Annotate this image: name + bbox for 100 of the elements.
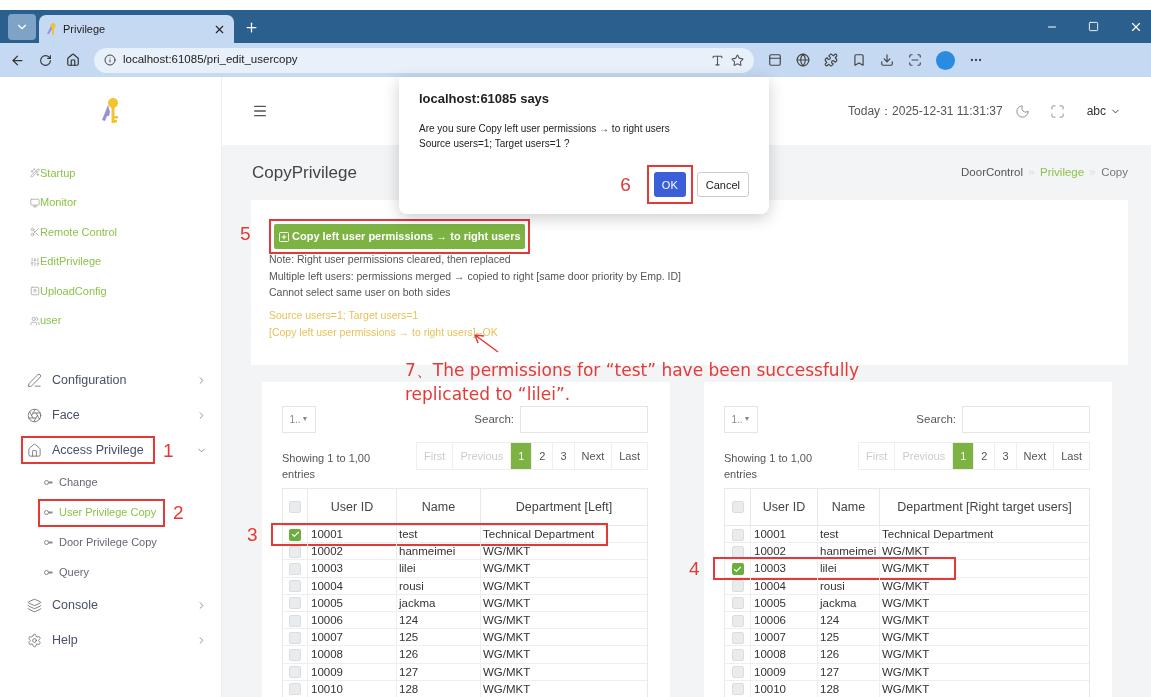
table-cell: jackma (396, 594, 480, 612)
table-cell: test (817, 526, 879, 544)
row-checkbox[interactable] (731, 563, 744, 575)
fullscreen-icon[interactable] (1049, 103, 1065, 119)
row-checkbox[interactable] (289, 528, 301, 541)
row-checkbox[interactable] (731, 528, 744, 541)
step-number: 1 (163, 440, 174, 460)
row-checkbox[interactable] (731, 614, 744, 627)
row-checkbox[interactable] (289, 666, 301, 679)
submenu-item[interactable]: Door Privilege Copy (42, 534, 159, 551)
row-checkbox[interactable] (289, 563, 301, 575)
row-checkbox[interactable] (731, 666, 744, 679)
table-cell: 10005 (750, 594, 817, 612)
search-field[interactable] (520, 406, 648, 433)
separator-icon (1027, 168, 1037, 177)
puzzle-icon[interactable] (824, 53, 838, 67)
browser-tab[interactable]: Privilege (39, 15, 234, 43)
wand-icon (30, 168, 40, 178)
row-checkbox[interactable] (731, 597, 744, 610)
table-cell: 10008 (307, 646, 396, 664)
column-header[interactable]: User ID (307, 489, 396, 525)
table-cell: 124 (396, 611, 480, 630)
pagination-button[interactable]: 2 (531, 442, 554, 470)
menu-item[interactable]: Configuration (25, 370, 129, 390)
column-header[interactable]: Department [Left] (480, 489, 647, 525)
submenu-item[interactable]: Change (42, 474, 100, 491)
row-checkbox[interactable] (289, 648, 301, 661)
row-checkbox[interactable] (731, 648, 744, 661)
table-cell: WG/MKT (480, 629, 647, 647)
pagination-button[interactable]: Last (611, 442, 648, 470)
table-info: Showing 1 to 1,00 entries (724, 451, 813, 482)
pagination-button[interactable]: 2 (973, 442, 996, 470)
dialog-button[interactable]: OK (653, 172, 686, 198)
table-cell: WG/MKT (879, 646, 1089, 664)
read-aloud-icon[interactable] (711, 53, 724, 67)
column-header[interactable]: Name (817, 489, 879, 525)
table-cell: 10003 (307, 560, 396, 578)
pagination-button[interactable]: Next (1015, 442, 1055, 470)
note-text: Cannot select same user on both sides (269, 285, 452, 300)
search-field[interactable] (962, 406, 1090, 433)
step-number: 3 (247, 525, 258, 544)
menu-item[interactable]: Face (25, 405, 82, 425)
moon-icon[interactable] (1014, 103, 1030, 119)
plus-square-icon (278, 230, 290, 243)
menu-item[interactable]: Console (25, 595, 100, 615)
user-menu[interactable]: abc (1086, 102, 1121, 120)
new-tab-icon[interactable] (244, 20, 259, 35)
table-info: Showing 1 to 1,00 entries (282, 451, 371, 482)
dialog-button[interactable]: Cancel (696, 172, 749, 198)
menu-item[interactable]: Help (25, 630, 80, 650)
url-field[interactable]: localhost:61085/pri_edit_usercopy (94, 47, 754, 73)
panel-icon[interactable] (768, 53, 782, 67)
upload-icon (30, 286, 40, 296)
download-icon[interactable] (880, 53, 894, 67)
column-header[interactable]: Name (396, 489, 480, 525)
check-icon (290, 530, 300, 540)
select-all-checkbox[interactable] (731, 501, 744, 513)
aperture-icon (27, 407, 42, 423)
reload-icon[interactable] (39, 53, 52, 67)
row-checkbox[interactable] (731, 545, 744, 558)
tab-title: Privilege (63, 21, 107, 37)
table-cell: rousi (817, 577, 879, 595)
row-checkbox[interactable] (289, 614, 301, 627)
row-checkbox[interactable] (289, 580, 301, 593)
row-checkbox[interactable] (731, 631, 744, 644)
info-icon (104, 54, 116, 66)
link-dot-icon (44, 480, 53, 485)
pagination-button[interactable]: Next (573, 442, 613, 470)
star-icon[interactable] (731, 53, 744, 67)
tab-list-button[interactable] (8, 14, 36, 40)
row-checkbox[interactable] (731, 580, 744, 593)
table-cell: WG/MKT (879, 543, 1089, 561)
select-all-checkbox[interactable] (289, 501, 301, 513)
menu-icon[interactable] (252, 103, 268, 119)
pagination-button[interactable]: Last (1053, 442, 1090, 470)
row-checkbox[interactable] (289, 683, 301, 696)
breadcrumb-item[interactable]: DoorControl (961, 163, 1024, 182)
table-cell: WG/MKT (480, 646, 647, 664)
maximize-icon[interactable] (1088, 21, 1099, 32)
link-dot-icon (44, 510, 53, 515)
dialog-title: localhost:61085 says (419, 90, 551, 108)
home-icon[interactable] (66, 53, 80, 67)
table-cell: 10001 (750, 526, 817, 544)
column-header[interactable]: User ID (750, 489, 817, 525)
globe-icon[interactable] (796, 53, 810, 67)
row-checkbox[interactable] (289, 597, 301, 610)
breadcrumb-item[interactable]: Copy (1101, 163, 1128, 182)
row-checkbox[interactable] (289, 631, 301, 644)
pagination-button[interactable]: 3 (552, 442, 575, 470)
link-dot-icon (44, 540, 53, 545)
bookmark-icon[interactable] (852, 53, 866, 67)
dialog-message: Source users=1; Target users=1 ? (419, 136, 571, 151)
scan-icon[interactable] (908, 53, 922, 67)
profile-avatar[interactable] (936, 50, 955, 70)
submenu-item[interactable]: Query (42, 564, 91, 581)
pagination-button[interactable]: 3 (994, 442, 1017, 470)
back-icon[interactable] (10, 52, 25, 68)
row-checkbox[interactable] (731, 683, 744, 696)
column-header[interactable]: Department [Right target users] (879, 489, 1089, 525)
menu-item[interactable]: Access Privilege (25, 440, 146, 460)
